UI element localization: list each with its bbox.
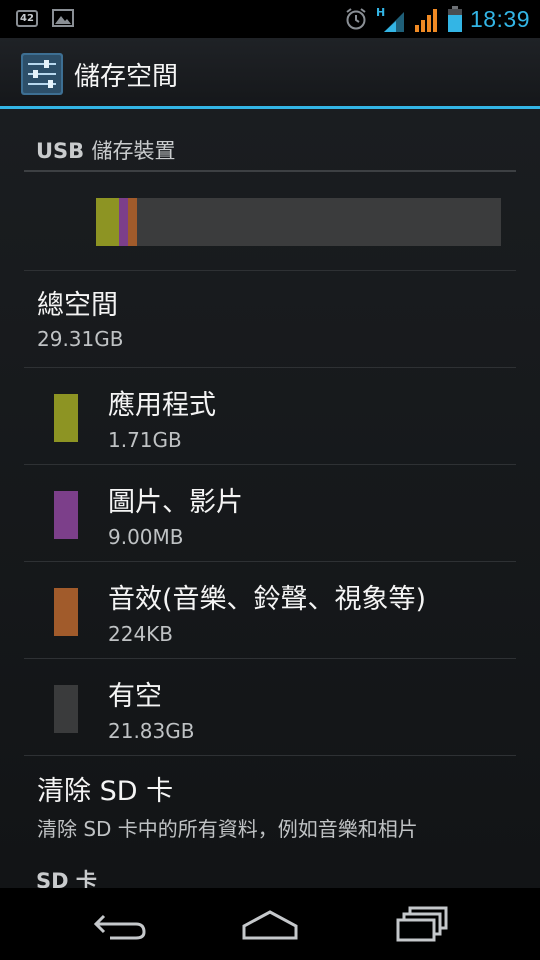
- section-header-prefix: USB: [36, 139, 85, 163]
- signal-bars-icon: [414, 9, 437, 32]
- category-label: 圖片、影片: [108, 487, 243, 518]
- apps-color-swatch: [54, 394, 78, 442]
- category-apps[interactable]: 應用程式 1.71GB: [0, 368, 540, 465]
- recent-apps-icon[interactable]: [382, 902, 462, 946]
- action-bar: 儲存空間: [0, 38, 540, 108]
- svg-text:H: H: [376, 6, 385, 19]
- erase-sd-card-title: 清除 SD 卡: [37, 776, 174, 807]
- section-divider: [24, 170, 516, 172]
- sd-card-header: SD 卡: [36, 869, 97, 888]
- notification-badge-icon: 42: [16, 9, 38, 27]
- category-audio[interactable]: 音效(音樂、鈴聲、視象等) 224KB: [0, 562, 540, 659]
- total-space-title: 總空間: [37, 290, 118, 321]
- usb-storage-header: USB 儲存裝置: [36, 135, 176, 165]
- page-title: 儲存空間: [74, 62, 179, 92]
- alarm-icon: [346, 8, 366, 30]
- category-size: 21.83GB: [108, 719, 195, 743]
- category-available[interactable]: 有空 21.83GB: [0, 659, 540, 756]
- category-size: 1.71GB: [108, 428, 182, 452]
- erase-sd-card-summary: 清除 SD 卡中的所有資料，例如音樂和相片: [37, 817, 418, 841]
- settings-sliders-icon[interactable]: [20, 52, 64, 96]
- clock: 18:39: [469, 5, 530, 32]
- pictures-color-swatch: [54, 491, 78, 539]
- total-space-value: 29.31GB: [37, 327, 124, 351]
- section-header-label: 儲存裝置: [91, 139, 176, 163]
- category-label: 應用程式: [108, 390, 216, 421]
- usage-segment-audio: [128, 198, 138, 246]
- category-label: 有空: [108, 681, 162, 712]
- storage-usage-bar: [96, 198, 501, 246]
- gallery-icon: [52, 9, 74, 27]
- back-icon[interactable]: [80, 902, 160, 946]
- available-color-swatch: [54, 685, 78, 733]
- category-label: 音效(音樂、鈴聲、視象等): [108, 584, 427, 615]
- battery-icon: [447, 6, 462, 32]
- category-pictures-videos[interactable]: 圖片、影片 9.00MB: [0, 465, 540, 562]
- status-bar: 42 H 18:39: [0, 0, 540, 38]
- audio-color-swatch: [54, 588, 78, 636]
- storage-list[interactable]: USB 儲存裝置 總空間 29.31GB 應用程式 1.71GB 圖片、影片 9…: [0, 109, 540, 888]
- usage-segment-pictures: [119, 198, 129, 246]
- category-size: 224KB: [108, 622, 174, 646]
- hspa-signal-icon: H: [376, 6, 404, 32]
- navigation-bar: [0, 888, 540, 960]
- divider: [24, 270, 516, 271]
- erase-sd-card-item[interactable]: 清除 SD 卡 清除 SD 卡中的所有資料，例如音樂和相片: [0, 756, 540, 846]
- category-size: 9.00MB: [108, 525, 184, 549]
- usage-segment-apps: [96, 198, 120, 246]
- home-icon[interactable]: [230, 902, 310, 946]
- usage-segment-available: [137, 198, 501, 246]
